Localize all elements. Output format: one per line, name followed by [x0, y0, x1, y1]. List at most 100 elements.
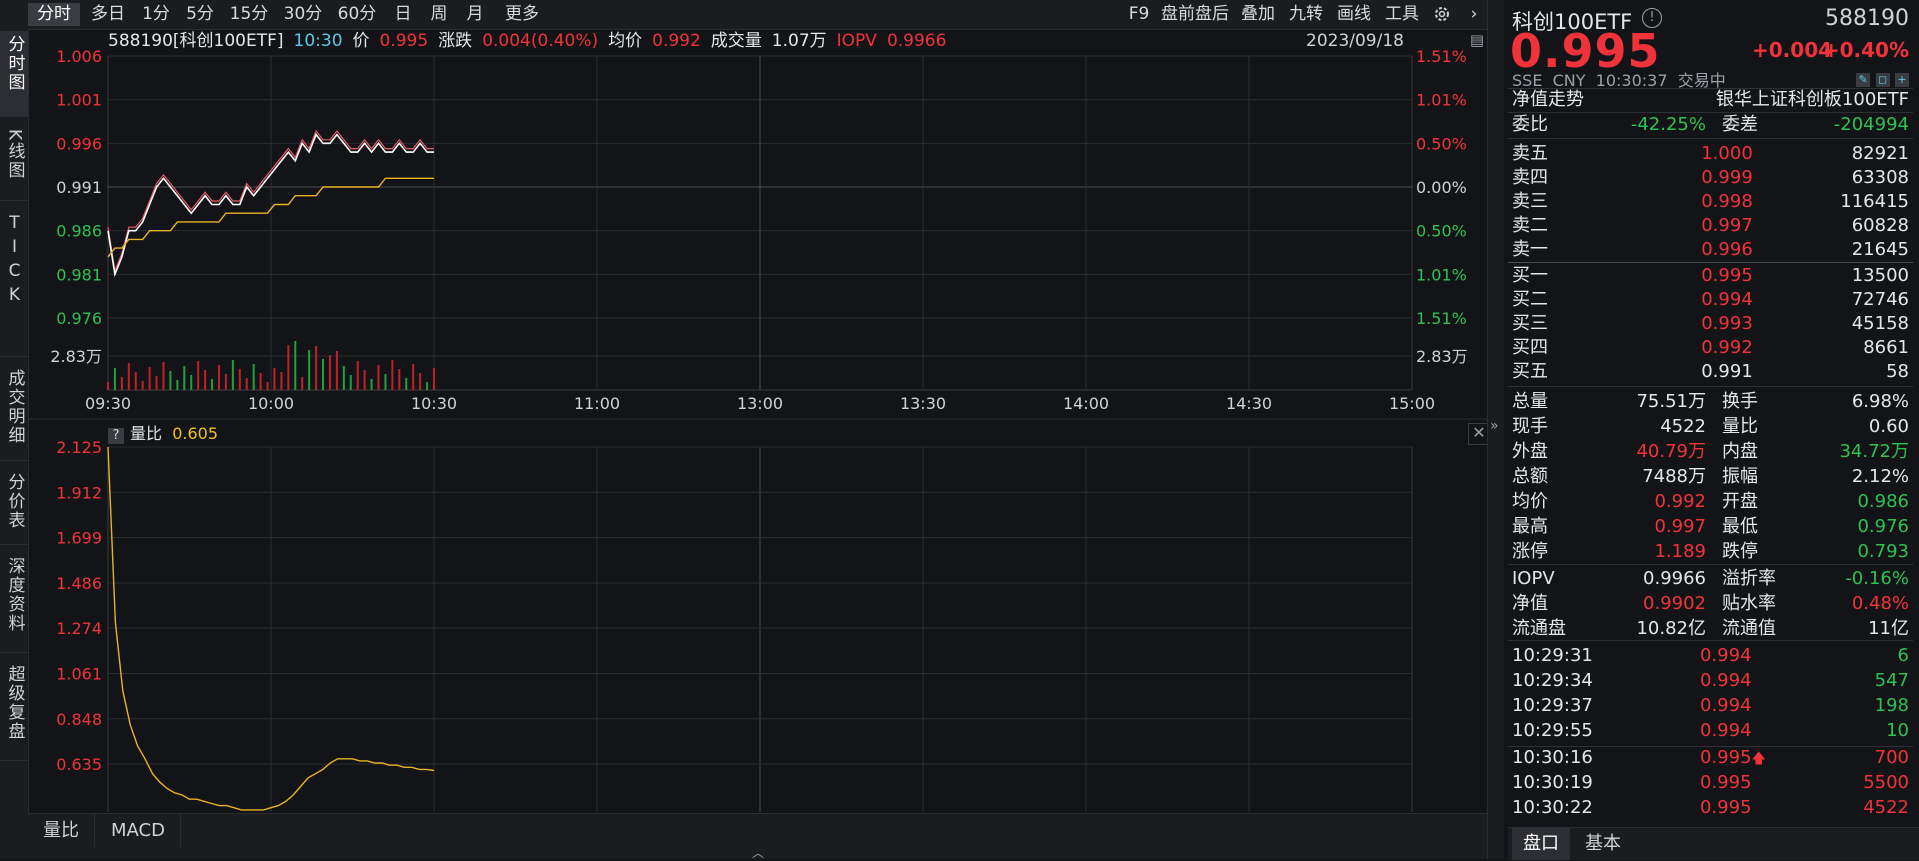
trade-time: 10:30:16 — [1512, 747, 1593, 768]
trade-price: 0.994 — [1700, 645, 1752, 666]
trade-time: 10:29:34 — [1512, 670, 1593, 691]
stat-label: 溢折率 — [1722, 568, 1776, 589]
stat-value: 0.992 — [1654, 491, 1706, 512]
wb-label: 委比 — [1512, 114, 1548, 135]
bid-row[interactable]: 买一 0.995 13500 — [1512, 264, 1909, 288]
book-mid-separator — [1508, 262, 1913, 263]
stat-row: IOPV 0.9966 溢折率 -0.16% — [1512, 567, 1909, 591]
stat-label: 内盘 — [1722, 441, 1758, 462]
help-icon[interactable]: ? — [108, 428, 124, 444]
ask-row[interactable]: 卖三 0.998 116415 — [1512, 190, 1909, 214]
y-pct-tick-label: 0.50% — [1416, 222, 1467, 241]
nav-trend-row[interactable]: 净值走势 银华上证科创板100ETF — [1512, 88, 1909, 112]
sub-y-tick-label: 1.699 — [56, 529, 102, 548]
tab-macd[interactable]: MACD — [96, 814, 181, 848]
stat-label: 流通值 — [1722, 618, 1776, 639]
add-icon[interactable]: + — [1895, 73, 1909, 87]
ask-volume: 116415 — [1840, 191, 1909, 212]
edit-icon[interactable]: ✎ — [1856, 73, 1871, 87]
trade-price-wrap: 0.994 — [1700, 719, 1752, 743]
stat-label: 均价 — [1512, 491, 1548, 512]
sub-pane-label: 量比 — [130, 424, 163, 443]
stat-value: 0.48% — [1851, 593, 1909, 614]
y-pct-tick-label: 1.51% — [1416, 47, 1467, 66]
y-pct-tick-label: 0.50% — [1416, 134, 1467, 153]
ask-label: 卖四 — [1512, 167, 1548, 188]
ask-row[interactable]: 卖一 0.996 21645 — [1512, 238, 1909, 262]
stat-label: 总额 — [1512, 466, 1548, 487]
trade-price-wrap: 0.994 — [1700, 644, 1752, 668]
trade-volume: 5500 — [1863, 772, 1909, 793]
stat-label: 贴水率 — [1722, 593, 1776, 614]
tab-basic[interactable]: 基本 — [1574, 828, 1632, 860]
trade-price-wrap: 0.995🡅 — [1700, 746, 1766, 771]
y-tick-label: 0.986 — [56, 222, 102, 241]
ask-price: 1.000 — [1701, 143, 1753, 164]
bid-volume: 8661 — [1863, 337, 1909, 358]
x-tick-label: 14:00 — [1063, 394, 1109, 413]
y-tick-label: 0.996 — [56, 134, 102, 153]
ask-label: 卖一 — [1512, 239, 1548, 260]
bid-label: 买一 — [1512, 265, 1548, 286]
stat-value: 1.189 — [1654, 541, 1706, 562]
sub-y-tick-label: 1.274 — [56, 619, 102, 638]
ask-row[interactable]: 卖四 0.999 63308 — [1512, 166, 1909, 190]
x-tick-label: 13:00 — [737, 394, 783, 413]
sub-y-tick-label: 1.486 — [56, 574, 102, 593]
bid-row[interactable]: 买四 0.992 8661 — [1512, 336, 1909, 360]
trade-price-wrap: 0.995 — [1700, 796, 1752, 820]
trade-price: 0.995 — [1700, 797, 1752, 818]
ask-label: 卖二 — [1512, 215, 1548, 236]
ask-price: 0.998 — [1701, 191, 1753, 212]
stat-label: 净值 — [1512, 593, 1548, 614]
sub-pane-value: 0.605 — [172, 424, 218, 443]
bid-row[interactable]: 买三 0.993 45158 — [1512, 312, 1909, 336]
tab-volume-ratio[interactable]: 量比 — [28, 814, 95, 848]
stat-value: 40.79万 — [1636, 441, 1706, 462]
stat-value: 0.997 — [1654, 516, 1706, 537]
ask-row[interactable]: 卖二 0.997 60828 — [1512, 214, 1909, 238]
separator — [1508, 386, 1913, 387]
tab-handicap[interactable]: 盘口 — [1512, 828, 1570, 860]
bid-price: 0.991 — [1701, 361, 1753, 382]
separator — [1508, 564, 1913, 565]
window-icon[interactable]: ◻ — [1875, 73, 1890, 87]
stat-label: 外盘 — [1512, 441, 1548, 462]
sub-pane-header: ? 量比 0.605 — [108, 423, 218, 445]
trade-price: 0.995 — [1700, 772, 1752, 793]
order-ratio-row: 委比 -42.25% 委差 -204994 — [1512, 113, 1909, 137]
trade-row: 10:29:31 0.994 6 — [1512, 644, 1909, 668]
trade-price-wrap: 0.994 — [1700, 669, 1752, 693]
nav-trend-label: 净值走势 — [1512, 89, 1584, 110]
bid-label: 买四 — [1512, 337, 1548, 358]
chevron-up-icon[interactable]: ︿ — [752, 844, 764, 861]
stat-value: 7488万 — [1642, 466, 1706, 487]
bid-volume: 13500 — [1851, 265, 1909, 286]
y-pct-tick-label: 1.01% — [1416, 91, 1467, 110]
trade-price: 0.994 — [1700, 720, 1752, 741]
ask-row[interactable]: 卖五 1.000 82921 — [1512, 142, 1909, 166]
tracking-index-name: 银华上证科创板100ETF — [1715, 89, 1909, 110]
trade-price: 0.994 — [1700, 670, 1752, 691]
security-code: 588190 — [1825, 6, 1909, 31]
collapse-panel-icon[interactable]: » — [1490, 418, 1499, 434]
trade-volume: 6 — [1897, 645, 1909, 666]
y-tick-label: 1.006 — [56, 47, 102, 66]
sub-y-tick-label: 0.635 — [56, 755, 102, 774]
bid-row[interactable]: 买二 0.994 72746 — [1512, 288, 1909, 312]
stat-row: 总额 7488万 振幅 2.12% — [1512, 465, 1909, 489]
stat-label: 流通盘 — [1512, 618, 1566, 639]
timeshare-chart: 1.006 1.51% 1.001 1.01% 0.996 0.50% 0.991 0.00%… — [28, 47, 1487, 812]
bid-label: 买五 — [1512, 361, 1548, 382]
x-tick-label: 11:00 — [574, 394, 620, 413]
stat-value: 0.976 — [1857, 516, 1909, 537]
bid-row[interactable]: 买五 0.991 58 — [1512, 360, 1909, 384]
stat-label: 量比 — [1722, 416, 1758, 437]
stat-label: 换手 — [1722, 391, 1758, 412]
sub-y-tick-label: 1.061 — [56, 664, 102, 683]
ask-label: 卖五 — [1512, 143, 1548, 164]
y-tick-label: 0.976 — [56, 309, 102, 328]
y-tick-label: 0.991 — [56, 178, 102, 197]
ask-volume: 21645 — [1851, 239, 1909, 260]
bid-price: 0.993 — [1701, 313, 1753, 334]
